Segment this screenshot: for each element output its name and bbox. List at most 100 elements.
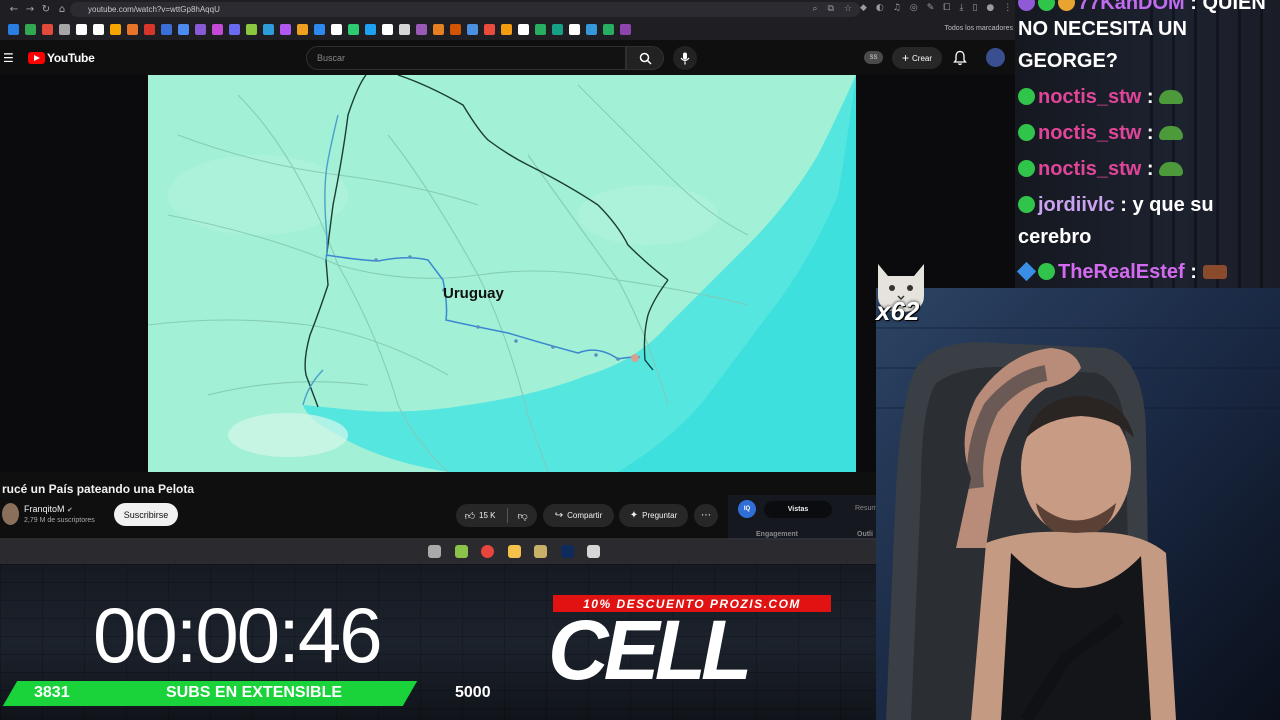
bookmark-icon[interactable] [8, 24, 19, 35]
bookmarks-bar [8, 22, 631, 37]
iq-icon[interactable]: IQ [738, 500, 756, 518]
tab-resumen[interactable]: Resum [855, 505, 877, 512]
bookmark-icon[interactable] [501, 24, 512, 35]
search-input[interactable] [317, 53, 625, 63]
like-button[interactable]: 👍︎ 15 K [456, 510, 504, 522]
taskbar-app-icon[interactable] [587, 545, 600, 558]
chat-text: : y que su [1120, 194, 1214, 216]
account-avatar[interactable] [986, 48, 1005, 67]
bookmark-icon[interactable] [178, 24, 189, 35]
bookmark-icon[interactable] [144, 24, 155, 35]
all-bookmarks-link[interactable]: Todos los marcadores [945, 25, 1013, 32]
bookmark-icon[interactable] [59, 24, 70, 35]
taskbar-app-icon[interactable] [534, 545, 547, 558]
bookmark-icon[interactable] [552, 24, 563, 35]
ss-badge[interactable]: SS [864, 51, 883, 64]
search-icon[interactable]: ⌕ [812, 4, 817, 14]
bookmark-icon[interactable] [433, 24, 444, 35]
bookmark-icon[interactable] [76, 24, 87, 35]
bookmark-icon[interactable] [127, 24, 138, 35]
bookmark-icon[interactable] [620, 24, 631, 35]
search-button[interactable] [626, 46, 664, 70]
extension-icon[interactable]: ♫ [893, 3, 901, 13]
channel-avatar[interactable] [2, 503, 19, 525]
sidebar-icon[interactable]: ▯ [972, 3, 977, 13]
youtube-logo-icon[interactable] [28, 52, 45, 64]
download-icon[interactable]: ⤓ [959, 3, 963, 13]
bookmark-icon[interactable] [450, 24, 461, 35]
bookmark-icon[interactable] [25, 24, 36, 35]
chat-username[interactable]: noctis_stw [1038, 158, 1141, 180]
bell-icon[interactable] [953, 50, 967, 66]
bookmark-icon[interactable] [229, 24, 240, 35]
bookmark-icon[interactable] [161, 24, 172, 35]
bookmark-icon[interactable] [348, 24, 359, 35]
taskbar-app-icon[interactable] [560, 545, 574, 558]
address-bar[interactable]: youtube.com/watch?v=wttGp8hAqqU ⌕ ⧉ ☆ [70, 2, 860, 17]
share-label: Compartir [567, 511, 603, 520]
bookmark-icon[interactable] [297, 24, 308, 35]
extension-icon[interactable]: ◎ [910, 3, 918, 13]
bookmark-icon[interactable] [195, 24, 206, 35]
map-label: Uruguay [443, 285, 504, 302]
dislike-button[interactable]: 👎︎ [508, 510, 537, 522]
chat-username[interactable]: jordiivlc [1038, 194, 1115, 216]
subs-label: SUBS EN EXTENSIBLE [166, 684, 343, 701]
chat-message: noctis_stw : [1018, 158, 1184, 181]
chat-username[interactable]: 77KanDOM [1078, 0, 1185, 14]
bookmark-icon[interactable] [467, 24, 478, 35]
bookmark-icon[interactable] [382, 24, 393, 35]
share-button[interactable]: ↪ Compartir [543, 504, 614, 527]
bookmark-icon[interactable] [93, 24, 104, 35]
bookmark-icon[interactable] [246, 24, 257, 35]
bookmark-icon[interactable] [331, 24, 342, 35]
bookmark-icon[interactable] [535, 24, 546, 35]
chat-username[interactable]: noctis_stw [1038, 86, 1141, 108]
extension-icon[interactable]: ◐ [876, 3, 884, 13]
chat-username[interactable]: TheRealEstef [1058, 261, 1185, 283]
bookmark-icon[interactable] [484, 24, 495, 35]
star-icon[interactable]: ☆ [844, 4, 852, 14]
channel-name[interactable]: FranqitoM ✔ [24, 504, 73, 514]
reload-icon[interactable]: ↻ [38, 2, 54, 18]
bookmark-icon[interactable] [416, 24, 427, 35]
menu-dots-icon[interactable]: ⋮ [1003, 3, 1012, 13]
more-actions-button[interactable]: ⋯ [694, 504, 718, 527]
video-player[interactable]: Uruguay [148, 75, 856, 472]
tab-vistas[interactable]: Vistas [764, 501, 832, 518]
back-icon[interactable]: ← [6, 2, 22, 18]
chat-message: jordiivlc : y que su [1018, 194, 1214, 217]
taskbar-app-icon[interactable] [507, 545, 521, 558]
bookmark-icon[interactable] [212, 24, 223, 35]
subscribe-button[interactable]: Suscribirse [114, 503, 178, 526]
ask-button[interactable]: ✦ Preguntar [619, 504, 688, 527]
microphone-icon [680, 52, 690, 64]
bookmark-icon[interactable] [586, 24, 597, 35]
bookmark-icon[interactable] [280, 24, 291, 35]
voice-search-button[interactable] [673, 46, 697, 70]
taskbar-app-icon[interactable] [428, 545, 441, 558]
bookmark-icon[interactable] [263, 24, 274, 35]
home-icon[interactable]: ⌂ [54, 2, 70, 18]
bookmark-icon[interactable] [399, 24, 410, 35]
profile-icon[interactable]: ● [986, 3, 994, 13]
extension-icon[interactable]: ✎ [927, 3, 935, 13]
forward-icon[interactable]: → [22, 2, 38, 18]
bookmark-icon[interactable] [569, 24, 580, 35]
create-button[interactable]: + Crear [892, 47, 942, 69]
taskbar-app-icon[interactable] [481, 545, 494, 558]
bookmark-icon[interactable] [518, 24, 529, 35]
bookmark-icon[interactable] [42, 24, 53, 35]
bookmark-icon[interactable] [314, 24, 325, 35]
bookmark-icon[interactable] [365, 24, 376, 35]
install-icon[interactable]: ⧉ [827, 4, 833, 14]
bookmark-icon[interactable] [603, 24, 614, 35]
menu-icon[interactable]: ☰ [3, 51, 14, 65]
chat-username[interactable]: noctis_stw [1038, 122, 1141, 144]
extensions-puzzle-icon[interactable]: ⧠ [943, 3, 950, 13]
extension-icon[interactable]: ◆ [860, 3, 867, 13]
bookmark-icon[interactable] [110, 24, 121, 35]
taskbar-app-icon[interactable] [454, 545, 468, 558]
youtube-logo-text[interactable]: YouTube [47, 51, 95, 65]
more-icon: ⋯ [701, 510, 711, 521]
